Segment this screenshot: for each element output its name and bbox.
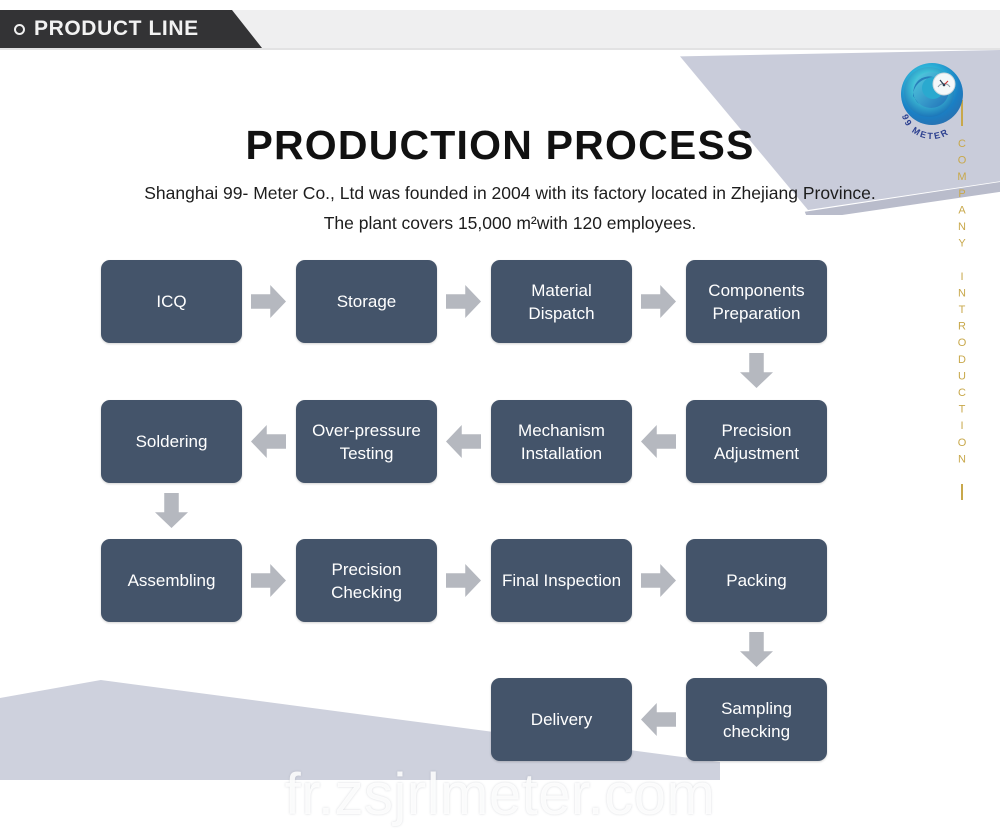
flow-arrow-packing-to-sampling-checking xyxy=(740,632,773,667)
flow-node-label: Assembling xyxy=(127,571,216,590)
flow-arrow-assembling-to-precision-checking xyxy=(251,564,286,597)
flow-arrow-components-preparation-to-precision-adjustment xyxy=(740,353,773,388)
flow-node-label: Packing xyxy=(726,571,787,590)
flow-arrow-storage-to-material-dispatch xyxy=(446,285,481,318)
production-process-flowchart: ICQ Storage Material Dispatch Components… xyxy=(0,0,1000,832)
flow-node-label: Over-pressure Testing xyxy=(312,420,421,463)
flow-node-label: Soldering xyxy=(135,432,208,451)
flow-node-sampling-checking[interactable]: Sampling checking xyxy=(686,678,827,761)
flow-node-soldering[interactable]: Soldering xyxy=(101,400,242,483)
flow-node-label: ICQ xyxy=(156,292,187,311)
slide-page: PRODUCT LINE 99 METER COMPANY INTRODUCTI… xyxy=(0,0,1000,832)
flow-node-mechanism-installation[interactable]: Mechanism Installation xyxy=(491,400,632,483)
flow-node-final-inspection[interactable]: Final Inspection xyxy=(491,539,632,622)
flow-node-delivery[interactable]: Delivery xyxy=(491,678,632,761)
flow-node-label: Components Preparation xyxy=(708,280,805,323)
flow-node-over-pressure-testing[interactable]: Over-pressure Testing xyxy=(296,400,437,483)
flow-node-packing[interactable]: Packing xyxy=(686,539,827,622)
flow-arrow-over-pressure-testing-to-soldering xyxy=(251,425,286,458)
flow-arrow-precision-adjustment-to-mechanism-installation xyxy=(641,425,676,458)
flow-node-label: Final Inspection xyxy=(501,571,622,590)
flow-node-material-dispatch[interactable]: Material Dispatch xyxy=(491,260,632,343)
flow-node-storage[interactable]: Storage xyxy=(296,260,437,343)
flow-node-label: Precision Adjustment xyxy=(713,420,800,463)
flow-node-label: Material Dispatch xyxy=(528,280,595,323)
flow-node-label: Sampling checking xyxy=(721,698,792,741)
flow-node-label: Precision Checking xyxy=(331,559,402,602)
flow-node-components-preparation[interactable]: Components Preparation xyxy=(686,260,827,343)
flow-arrow-material-dispatch-to-components-preparation xyxy=(641,285,676,318)
flow-node-precision-checking[interactable]: Precision Checking xyxy=(296,539,437,622)
flow-arrow-soldering-to-assembling xyxy=(155,493,188,528)
flow-node-assembling[interactable]: Assembling xyxy=(101,539,242,622)
flow-arrow-mechanism-installation-to-over-pressure-testing xyxy=(446,425,481,458)
flow-node-label: Mechanism Installation xyxy=(518,420,605,463)
flow-node-precision-adjustment[interactable]: Precision Adjustment xyxy=(686,400,827,483)
99-meter-logo: 99 METER xyxy=(893,56,971,141)
flow-node-label: Delivery xyxy=(530,710,593,729)
flow-arrow-icq-to-storage xyxy=(251,285,286,318)
flow-arrow-final-inspection-to-packing xyxy=(641,564,676,597)
flow-node-label: Storage xyxy=(336,292,397,311)
flow-arrow-sampling-checking-to-delivery xyxy=(641,703,676,736)
flow-node-icq[interactable]: ICQ xyxy=(101,260,242,343)
flow-arrow-precision-checking-to-final-inspection xyxy=(446,564,481,597)
